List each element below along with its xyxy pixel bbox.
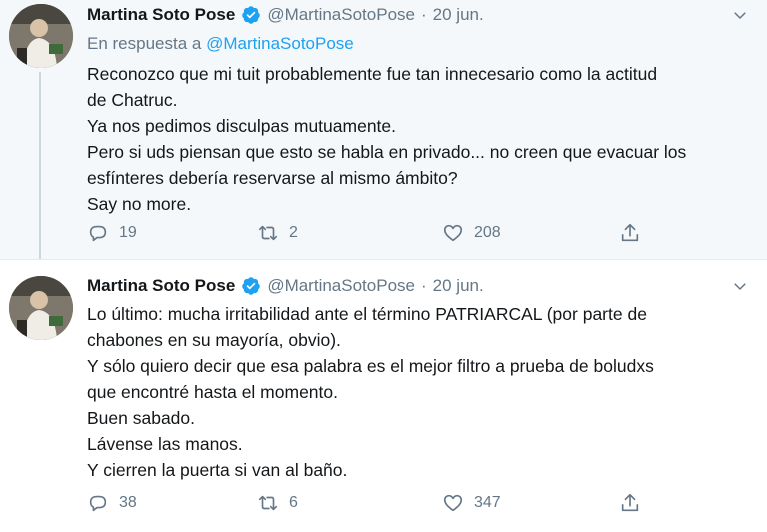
retweet-count: 6: [289, 494, 298, 511]
share-icon: [621, 223, 639, 242]
tweet-text-line: chabones en su mayoría, obvio).: [87, 330, 341, 350]
tweet-text-line: Say no more.: [87, 194, 192, 214]
verified-badge-icon: [242, 277, 261, 295]
tweet-text-line: Ya nos pedimos disculpas mutuamente.: [87, 116, 397, 136]
reply-prefix: En respuesta a: [87, 34, 202, 53]
like-button[interactable]: 208: [442, 222, 501, 244]
like-button[interactable]: 347: [442, 492, 501, 514]
retweet-count: 2: [289, 224, 298, 241]
author-handle[interactable]: @MartinaSotoPose: [267, 276, 415, 296]
like-count: 208: [474, 224, 501, 241]
author-name[interactable]: Martina Soto Pose: [87, 5, 235, 25]
tweet-text: Lo último: mucha irritabilidad ante el t…: [87, 301, 749, 483]
retweet-icon: [258, 495, 278, 511]
reply-count: 19: [119, 224, 137, 241]
tweet-text-line: Pero si uds piensan que esto se habla en…: [87, 142, 687, 162]
tweet-text-line: esfínteres debería reservarse al mismo á…: [87, 168, 458, 188]
thread-connector-line: [39, 72, 41, 259]
avatar[interactable]: [9, 4, 73, 68]
reply-button[interactable]: 38: [87, 492, 137, 514]
author-name[interactable]: Martina Soto Pose: [87, 276, 235, 296]
tweet-content: Martina Soto Pose @MartinaSotoPose · 20 …: [87, 2, 749, 217]
reply-context: En respuesta a @MartinaSotoPose: [87, 31, 749, 57]
share-button[interactable]: [619, 222, 641, 244]
tweet-actions: 38 6 347: [87, 492, 657, 518]
reply-icon: [89, 225, 107, 242]
reply-icon: [89, 495, 107, 512]
reply-handle-link[interactable]: @MartinaSotoPose: [206, 34, 354, 53]
author-handle[interactable]: @MartinaSotoPose: [267, 5, 415, 25]
heart-icon: [443, 494, 463, 512]
tweet-text-line: Lo último: mucha irritabilidad ante el t…: [87, 304, 647, 324]
separator-dot: ·: [420, 5, 427, 24]
tweet-text-line: Buen sabado.: [87, 408, 196, 428]
tweet-header: Martina Soto Pose @MartinaSotoPose · 20 …: [87, 2, 749, 28]
retweet-icon: [258, 225, 278, 241]
tweet-content: Martina Soto Pose @MartinaSotoPose · 20 …: [87, 273, 749, 483]
reply-count: 38: [119, 494, 137, 511]
tweet-text-line: Lávense las manos.: [87, 434, 243, 454]
separator-dot: ·: [420, 276, 427, 295]
tweet-date[interactable]: 20 jun.: [433, 5, 484, 25]
tweet-actions: 19 2 208: [87, 222, 657, 248]
tweet-date[interactable]: 20 jun.: [433, 276, 484, 296]
verified-badge-icon: [242, 6, 261, 24]
tweet-2[interactable]: Martina Soto Pose @MartinaSotoPose · 20 …: [0, 259, 767, 532]
retweet-button[interactable]: 2: [257, 222, 298, 244]
heart-icon: [443, 224, 463, 242]
chevron-down-icon[interactable]: [731, 6, 749, 24]
like-count: 347: [474, 494, 501, 511]
reply-button[interactable]: 19: [87, 222, 137, 244]
share-button[interactable]: [619, 492, 641, 514]
tweet-text-line: Reconozco que mi tuit probablemente fue …: [87, 64, 658, 84]
tweet-text-line: de Chatruc.: [87, 90, 178, 110]
tweet-1[interactable]: Martina Soto Pose @MartinaSotoPose · 20 …: [0, 0, 767, 259]
tweet-text-line: Y sólo quiero decir que esa palabra es e…: [87, 356, 654, 376]
tweet-text-line: que encontré hasta el momento.: [87, 382, 338, 402]
avatar[interactable]: [9, 276, 73, 340]
retweet-button[interactable]: 6: [257, 492, 298, 514]
share-icon: [621, 493, 639, 512]
tweet-header: Martina Soto Pose @MartinaSotoPose · 20 …: [87, 273, 749, 299]
tweet-text-line: Y cierren la puerta si van al baño.: [87, 460, 348, 480]
tweet-text: Reconozco que mi tuit probablemente fue …: [87, 61, 749, 217]
chevron-down-icon[interactable]: [731, 277, 749, 295]
